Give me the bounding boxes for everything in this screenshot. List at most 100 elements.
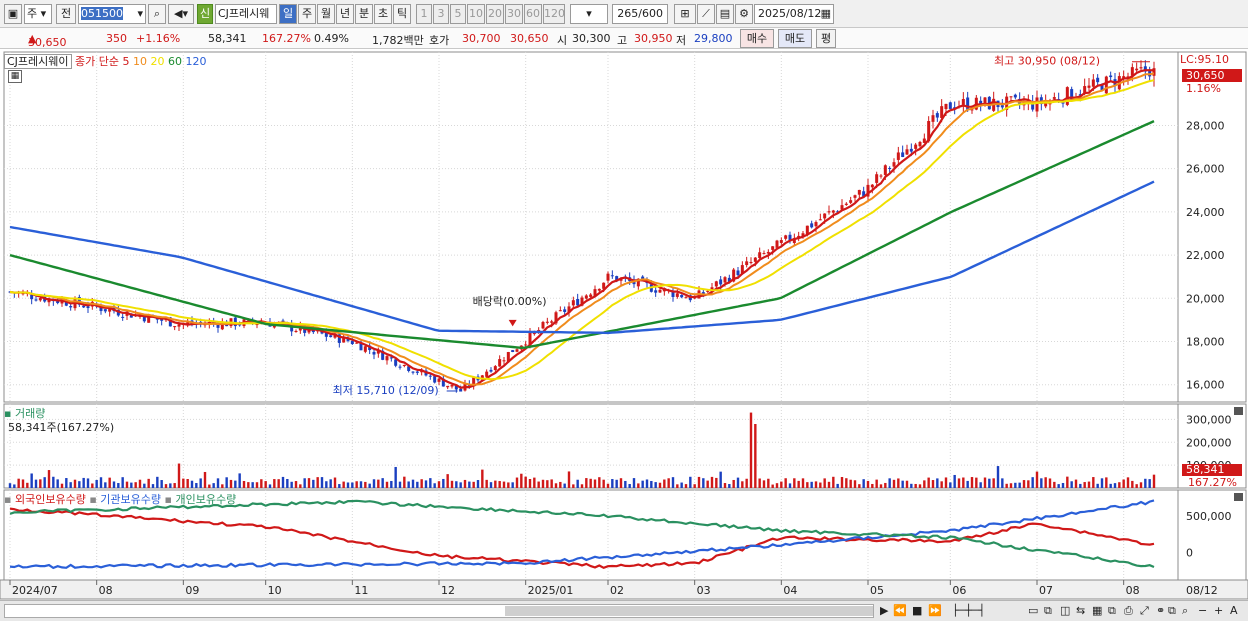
volume-bar — [73, 479, 77, 488]
volume-bar — [1083, 482, 1086, 488]
volume-bar — [602, 479, 605, 488]
minute-option-120[interactable]: 120 — [543, 4, 565, 24]
bid-price: 30,650 — [510, 32, 549, 45]
scroll-right-icon[interactable]: ▶ — [880, 604, 888, 618]
volume-bar — [823, 478, 826, 488]
scroll-track[interactable] — [4, 604, 874, 618]
candle-body — [38, 298, 42, 301]
chart-type-icon[interactable]: ⊞ — [674, 4, 696, 24]
window-icon[interactable]: ◫ — [1060, 604, 1070, 618]
candle-body — [784, 235, 788, 239]
candle-body — [415, 371, 419, 373]
avg-button[interactable]: 평 — [816, 29, 836, 48]
current-pct-tag: 1.16% — [1186, 82, 1221, 95]
minute-option-3[interactable]: 3 — [433, 4, 449, 24]
volume-bar — [47, 470, 51, 488]
volume-bar — [576, 479, 579, 488]
period-tab-0[interactable]: 일 — [279, 4, 297, 24]
volume-bar — [511, 482, 514, 488]
period-tab-4[interactable]: 분 — [355, 4, 373, 24]
volume-bar — [95, 479, 98, 488]
grid-icon[interactable]: ▦ — [1092, 604, 1102, 618]
candle-body — [948, 102, 952, 109]
layout-icon[interactable]: ▭ — [1028, 604, 1038, 618]
volume-bar — [1118, 482, 1121, 488]
volume-bar — [944, 477, 948, 488]
x-tick-label: 2024/07 — [12, 584, 58, 597]
period-tab-5[interactable]: 초 — [374, 4, 392, 24]
volume-bar — [567, 471, 571, 488]
candle-body — [502, 360, 506, 362]
volume-bar — [528, 479, 532, 488]
minute-option-5[interactable]: 5 — [450, 4, 466, 24]
volume-bar — [390, 480, 393, 488]
zoom-in-icon[interactable]: + — [1214, 604, 1223, 618]
legend-stock-name[interactable]: CJ프레시웨이 — [4, 54, 72, 69]
stop-icon[interactable]: ■ — [912, 604, 922, 618]
candle-body — [814, 222, 818, 227]
interval-select[interactable]: ▾ — [570, 4, 608, 24]
window-menu-icon[interactable]: ▣ — [4, 4, 22, 24]
buy-button[interactable]: 매수 — [740, 29, 774, 48]
code-value: 051500 — [81, 7, 123, 20]
zoom-out-icon[interactable]: − — [1198, 604, 1207, 618]
link-icon[interactable]: ⚭ — [1156, 604, 1165, 618]
zoom-slider-icon[interactable]: ├─┼─┤ — [952, 604, 985, 618]
rewind-icon[interactable]: ⏪ — [893, 604, 907, 618]
volume-bar — [983, 477, 987, 488]
compare-icon[interactable]: ⇆ — [1076, 604, 1085, 618]
volume-bar — [697, 476, 701, 488]
candle-body — [892, 162, 896, 167]
text-size-icon[interactable]: A — [1230, 604, 1238, 618]
save-icon[interactable]: ▤ — [716, 4, 734, 24]
period-mode-select[interactable]: 주 ▾ — [24, 4, 52, 24]
fit-icon[interactable]: ⤢ — [1140, 604, 1149, 618]
candle-body — [493, 366, 497, 370]
gear-icon[interactable]: ⚙ — [735, 4, 753, 24]
stock-name[interactable]: CJ프레시웨 — [215, 4, 277, 24]
minute-option-10[interactable]: 10 — [467, 4, 485, 24]
expand-icon[interactable]: ⧉ — [1168, 604, 1176, 618]
draw-tool-icon[interactable]: ⟋ — [697, 4, 715, 24]
candle-body — [758, 252, 762, 259]
price-tick-label: 18,000 — [1186, 336, 1225, 349]
date-input[interactable]: 2025/08/12 ▦ — [754, 4, 834, 24]
copy-icon[interactable]: ⧉ — [1108, 604, 1116, 618]
candle-body — [558, 310, 562, 312]
period-tab-6[interactable]: 틱 — [393, 4, 411, 24]
prev-button[interactable]: 전 — [56, 4, 76, 24]
minute-option-60[interactable]: 60 — [524, 4, 542, 24]
period-tab-3[interactable]: 년 — [336, 4, 354, 24]
minute-option-20[interactable]: 20 — [486, 4, 504, 24]
sell-button[interactable]: 매도 — [778, 29, 812, 48]
code-input[interactable]: 051500 ▾ — [78, 4, 146, 24]
search-icon[interactable]: ⌕ — [148, 4, 166, 24]
print-icon[interactable]: ⎙ — [1124, 604, 1133, 618]
volume-bar — [650, 480, 653, 488]
chart-area[interactable]: 최고 30,950 (08/12) 최저 15,710 (12/09) 배당락(0.… — [0, 50, 1248, 600]
volume-bar — [858, 484, 861, 488]
minute-option-30[interactable]: 30 — [505, 4, 523, 24]
volume-bar — [433, 483, 436, 488]
period-tab-2[interactable]: 월 — [317, 4, 335, 24]
candle-body — [931, 115, 935, 122]
legend-ma-120: 120 — [182, 55, 207, 68]
panel-close-icon — [1234, 407, 1243, 415]
minute-option-1[interactable]: 1 — [416, 4, 432, 24]
count-input[interactable]: 265/600 — [612, 4, 668, 24]
period-tab-1[interactable]: 주 — [298, 4, 316, 24]
volume-bar — [86, 478, 90, 488]
speaker-icon[interactable]: ◀▾ — [168, 4, 194, 24]
candle-body — [723, 277, 727, 283]
table-toggle-icon[interactable]: ▦ — [8, 70, 22, 83]
volume-bar — [572, 484, 575, 488]
x-tick-label: 06 — [952, 584, 966, 597]
fast-forward-icon[interactable]: ⏩ — [928, 604, 942, 618]
zoom-icon[interactable]: ⌕ — [1182, 604, 1188, 618]
scroll-thumb[interactable] — [505, 606, 873, 616]
volume-bar — [208, 484, 211, 488]
volume-bar — [437, 481, 441, 488]
volume-bar — [325, 481, 328, 488]
volume-bar — [814, 481, 818, 488]
split-icon[interactable]: ⧉ — [1044, 604, 1052, 618]
